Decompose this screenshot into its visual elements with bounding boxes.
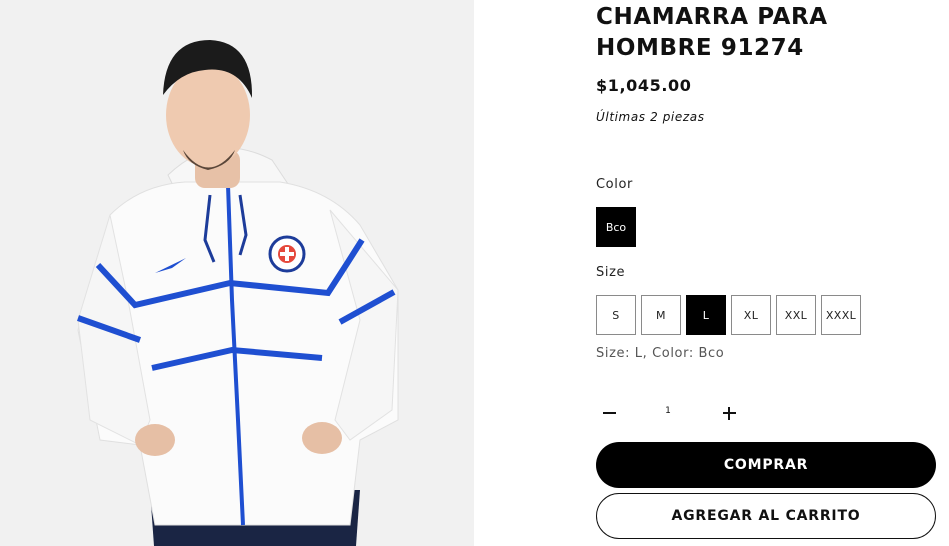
size-option-xl[interactable]: XL (731, 295, 771, 335)
quantity-increase-button[interactable] (718, 398, 740, 428)
size-label: Size (596, 265, 626, 280)
color-swatch-bco[interactable]: Bco (596, 207, 636, 247)
buy-now-button[interactable]: COMPRAR (596, 442, 936, 488)
size-option-s[interactable]: S (596, 295, 636, 335)
product-price: $1,045.00 (596, 76, 692, 95)
product-title: CHAMARRA PARA HOMBRE 91274 (596, 4, 828, 61)
minus-icon (602, 412, 616, 414)
quantity-stepper: 1 (596, 396, 746, 430)
product-page: CHAMARRA PARA HOMBRE 91274 $1,045.00 Últ… (0, 0, 949, 546)
quantity-decrease-button[interactable] (598, 398, 620, 428)
add-to-cart-button[interactable]: AGREGAR AL CARRITO (596, 493, 936, 539)
color-label: Color (596, 177, 633, 192)
size-option-m[interactable]: M (641, 295, 681, 335)
quantity-value[interactable]: 1 (658, 406, 678, 416)
stock-note: Últimas 2 piezas (596, 110, 705, 124)
variant-summary: Size: L, Color: Bco (596, 346, 725, 361)
plus-icon (722, 407, 736, 418)
product-photo-illustration (0, 0, 474, 546)
size-option-xxxl[interactable]: XXXL (821, 295, 861, 335)
size-option-xxl[interactable]: XXL (776, 295, 816, 335)
product-image (0, 0, 474, 546)
size-selector: S M L XL XXL XXXL (596, 295, 861, 335)
size-option-l[interactable]: L (686, 295, 726, 335)
